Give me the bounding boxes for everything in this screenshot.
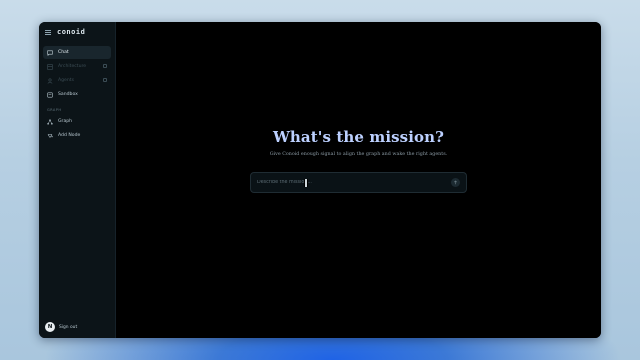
send-button[interactable] xyxy=(451,178,460,187)
sidebar-item-label: Agents xyxy=(58,78,74,83)
avatar: N xyxy=(45,322,55,332)
page-title: What's the mission? xyxy=(272,128,445,146)
app-window: conoid Chat Architecture Agents Sandbox … xyxy=(39,22,601,338)
graph-nav: Graph Add Node xyxy=(39,115,115,142)
lock-icon xyxy=(103,64,107,68)
app-name: conoid xyxy=(57,28,86,36)
chat-bubble-icon xyxy=(47,50,53,56)
user-signout[interactable]: N Sign out xyxy=(45,322,77,332)
main-panel: What's the mission? Give Conoid enough s… xyxy=(116,22,601,338)
sidebar-item-label: Sandbox xyxy=(58,92,78,97)
agents-icon xyxy=(47,77,53,84)
sidebar: conoid Chat Architecture Agents Sandbox … xyxy=(39,22,116,338)
add-node-icon xyxy=(47,133,53,139)
signout-link[interactable]: Sign out xyxy=(59,325,77,330)
layout-icon xyxy=(47,63,53,70)
sidebar-item-add-node[interactable]: Add Node xyxy=(43,129,111,142)
text-cursor-icon xyxy=(304,179,308,187)
page-subtitle: Give Conoid enough signal to align the g… xyxy=(269,152,448,157)
sidebar-item-label: Graph xyxy=(58,119,73,124)
hero: What's the mission? Give Conoid enough s… xyxy=(116,128,601,157)
lock-icon xyxy=(103,78,107,82)
primary-nav: Chat Architecture Agents Sandbox xyxy=(39,42,115,101)
sidebar-item-label: Architecture xyxy=(58,64,87,69)
sidebar-item-architecture[interactable]: Architecture xyxy=(43,60,111,73)
graph-icon xyxy=(47,118,53,125)
brand-header: conoid xyxy=(39,22,115,42)
sidebar-section-label: GRAPH xyxy=(47,108,62,112)
sidebar-item-agents[interactable]: Agents xyxy=(43,74,111,87)
menu-icon[interactable] xyxy=(45,29,51,35)
mission-input[interactable] xyxy=(257,180,451,185)
sidebar-item-graph[interactable]: Graph xyxy=(43,115,111,128)
sidebar-item-chat[interactable]: Chat xyxy=(43,46,111,59)
sidebar-item-label: Add Node xyxy=(58,133,81,138)
mission-prompt-box[interactable] xyxy=(250,172,467,193)
sidebar-item-sandbox[interactable]: Sandbox xyxy=(43,88,111,101)
sandbox-icon xyxy=(47,92,53,98)
arrow-up-icon xyxy=(453,180,458,185)
sidebar-item-label: Chat xyxy=(58,50,69,55)
